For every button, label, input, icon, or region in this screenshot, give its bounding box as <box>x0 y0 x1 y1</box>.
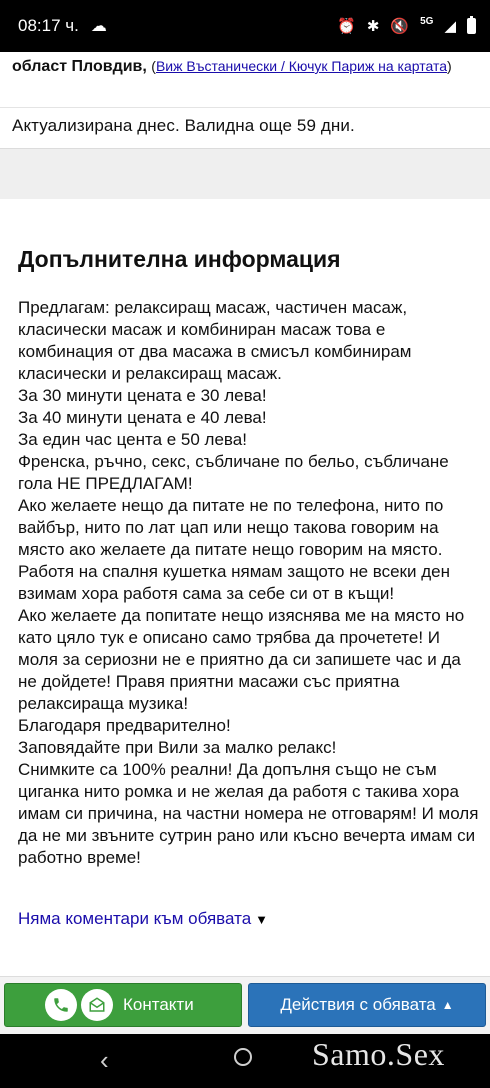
listing-actions-button[interactable]: Действия с обявата ▲ <box>248 983 486 1027</box>
divider <box>0 107 490 108</box>
envelope-icon <box>81 989 113 1021</box>
section-title: Допълнителна информация <box>18 246 341 272</box>
comments-link[interactable]: Няма коментари към обявата ▼ <box>18 909 268 929</box>
cloud-icon: ☁ <box>90 18 107 35</box>
section-separator <box>0 148 490 199</box>
map-link[interactable]: Виж Въстанически / Кючук Париж на картат… <box>156 58 447 74</box>
location-region: област Пловдив, <box>12 58 147 75</box>
back-icon[interactable]: ‹ <box>100 1045 109 1076</box>
listing-location: област Пловдив, (Виж Въстанически / Кючу… <box>12 58 452 75</box>
actions-label: Действия с обявата <box>280 995 436 1014</box>
caret-up-icon: ▲ <box>441 998 454 1012</box>
status-bar: 08:17 ч. ☁ ⏰ ✱ 🔇 5G ◢ <box>0 0 490 52</box>
battery-icon <box>467 16 476 34</box>
mute-icon: 🔇 <box>390 18 410 35</box>
home-icon[interactable] <box>234 1048 252 1066</box>
comments-link-label: Няма коментари към обявата <box>18 909 252 928</box>
validity-text: Актуализирана днес. Валидна още 59 дни. <box>12 116 355 135</box>
caret-down-icon: ▼ <box>255 912 269 927</box>
status-icons: ⏰ ✱ 🔇 5G ◢ <box>337 15 476 35</box>
contacts-label: Контакти <box>123 995 194 1014</box>
alarm-icon: ⏰ <box>337 18 356 35</box>
watermark: Samo.Sex <box>312 1036 445 1072</box>
description-text: Предлагам: релаксиращ масаж, частичен ма… <box>18 298 479 867</box>
contacts-button[interactable]: Контакти <box>4 983 242 1027</box>
network-type: 5G <box>420 15 434 27</box>
phone-icon <box>45 989 77 1021</box>
bluetooth-icon: ✱ <box>366 18 380 35</box>
signal-icon: ◢ <box>444 18 456 35</box>
status-time: 08:17 ч. <box>18 16 79 35</box>
